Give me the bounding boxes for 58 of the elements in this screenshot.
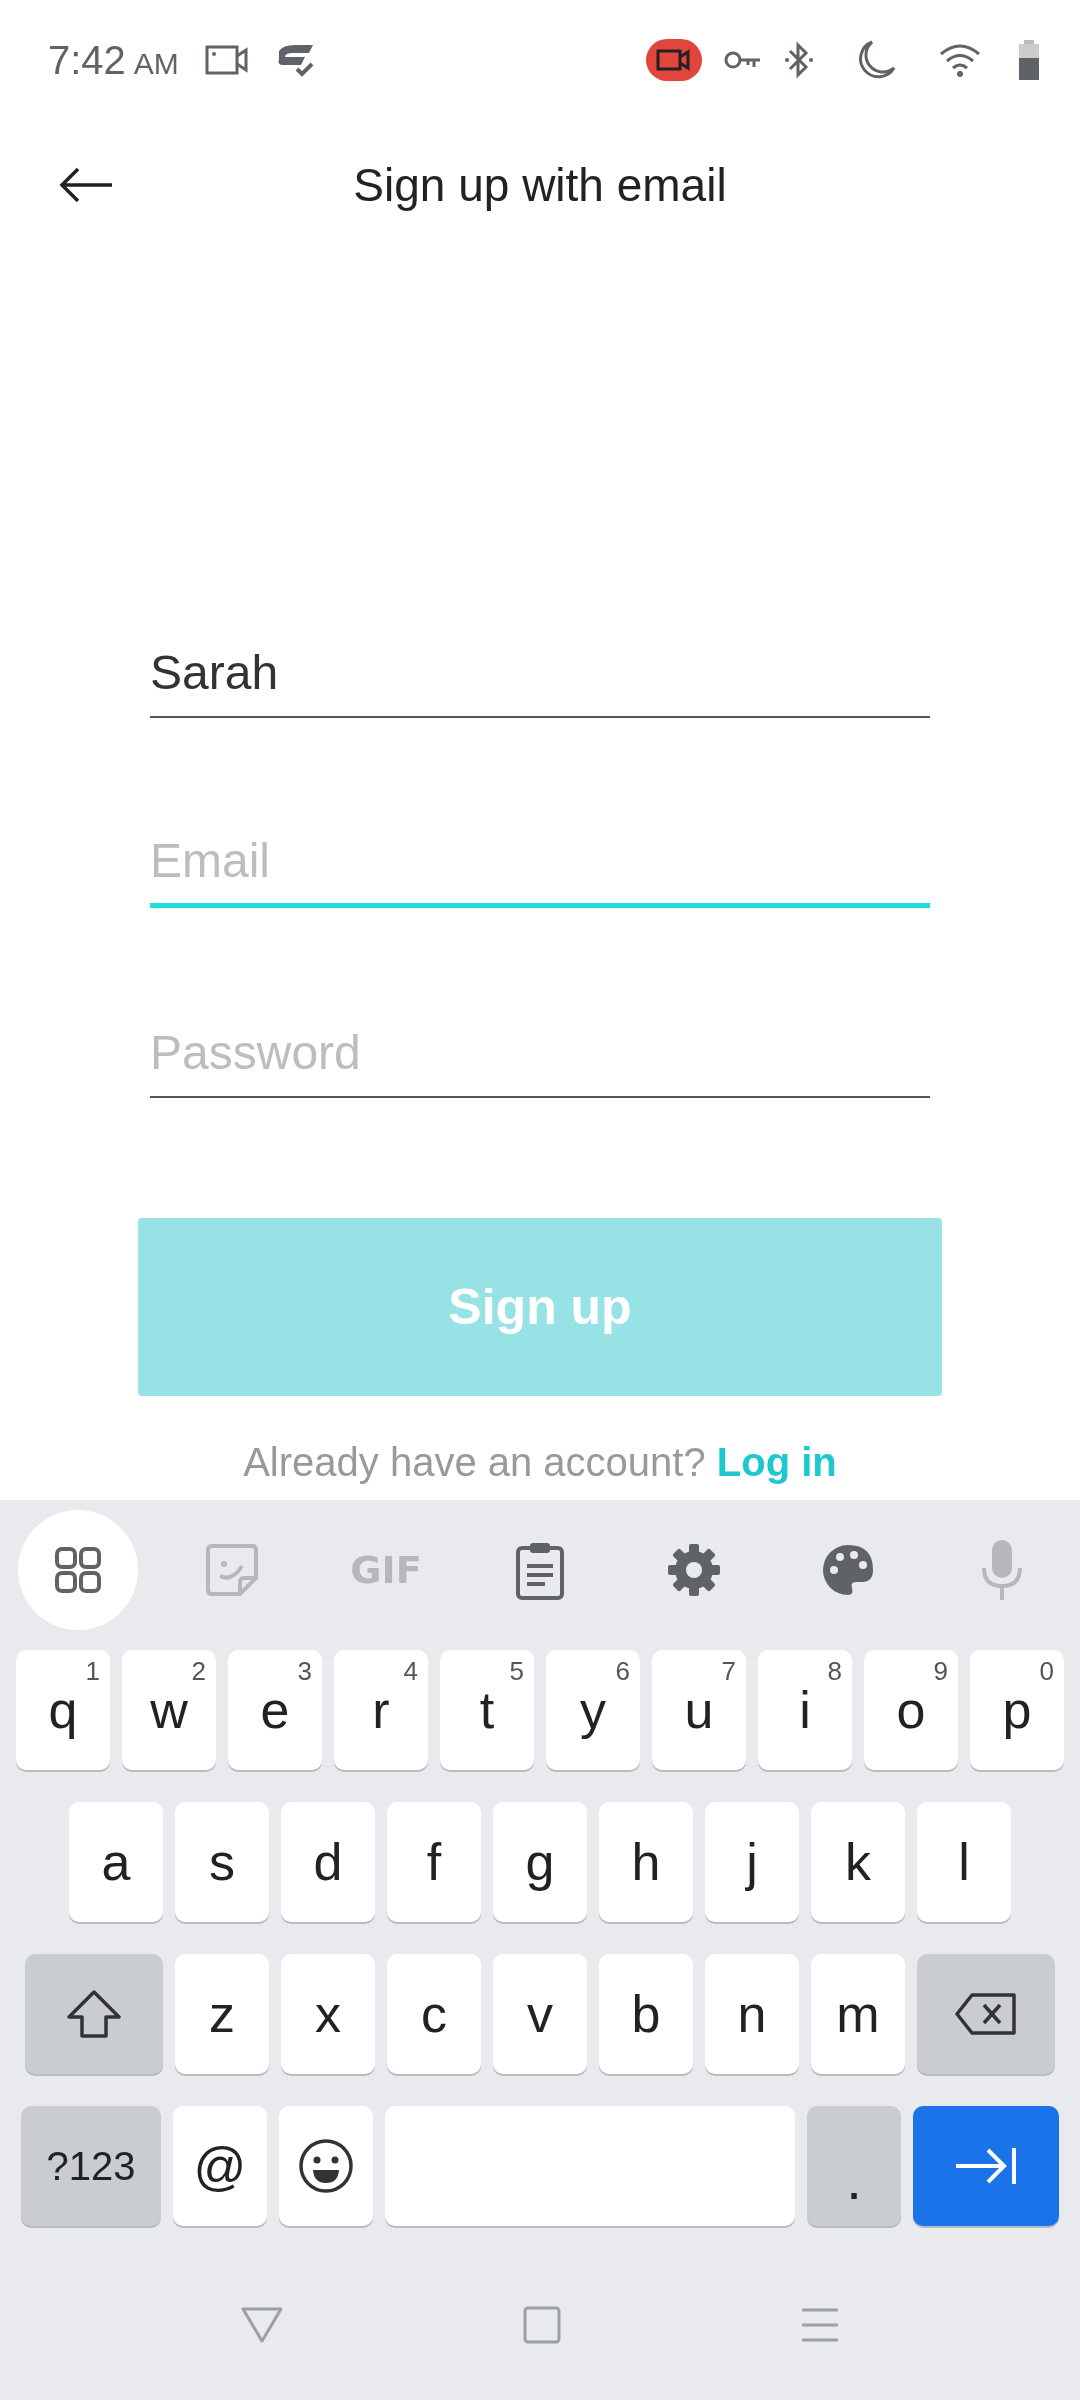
text-field[interactable]: Password xyxy=(150,1020,930,1098)
emoji-key[interactable] xyxy=(279,2106,373,2226)
period-key[interactable]: . xyxy=(807,2106,901,2226)
square-icon xyxy=(523,2306,561,2344)
text-field[interactable]: Sarah xyxy=(150,640,930,718)
emoji-icon xyxy=(298,2138,354,2194)
settings-icon xyxy=(666,1542,722,1598)
palette-icon xyxy=(820,1542,876,1598)
key[interactable]: z xyxy=(175,1954,269,2074)
status-time: 7:42 AM xyxy=(48,37,179,83)
key[interactable]: t 5 xyxy=(440,1650,534,1770)
key[interactable]: o 9 xyxy=(864,1650,958,1770)
battery-icon xyxy=(1018,40,1040,80)
shift-icon xyxy=(66,1989,122,2039)
backspace-key[interactable] xyxy=(917,1954,1055,2074)
key[interactable]: j xyxy=(705,1802,799,1922)
key[interactable]: e 3 xyxy=(228,1650,322,1770)
microphone-icon xyxy=(980,1538,1024,1602)
key[interactable]: y 6 xyxy=(546,1650,640,1770)
key[interactable]: l xyxy=(917,1802,1011,1922)
back-arrow-icon xyxy=(58,165,114,205)
page-title: Sign up with email xyxy=(353,158,727,212)
login-prompt: Already have an account? Log in xyxy=(243,1440,837,1485)
menu-icon xyxy=(800,2307,841,2343)
key[interactable]: k xyxy=(811,1802,905,1922)
key[interactable]: b xyxy=(599,1954,693,2074)
key[interactable]: u 7 xyxy=(652,1650,746,1770)
bluetooth-icon xyxy=(784,40,814,80)
key[interactable]: n xyxy=(705,1954,799,2074)
shift-key[interactable] xyxy=(25,1954,163,2074)
key[interactable]: @ xyxy=(173,2106,267,2226)
tab-arrow-icon xyxy=(954,2146,1018,2186)
key[interactable]: q 1 xyxy=(16,1650,110,1770)
key[interactable]: w 2 xyxy=(122,1650,216,1770)
key[interactable]: m xyxy=(811,1954,905,2074)
enter-key[interactable] xyxy=(913,2106,1059,2226)
key[interactable]: s xyxy=(175,1802,269,1922)
key[interactable]: a xyxy=(69,1802,163,1922)
apps-grid-icon xyxy=(53,1545,103,1595)
key[interactable]: r 4 xyxy=(334,1650,428,1770)
key[interactable]: p 0 xyxy=(970,1650,1064,1770)
clipboard-icon xyxy=(515,1540,565,1600)
key[interactable]: f xyxy=(387,1802,481,1922)
wifi-icon xyxy=(938,42,982,78)
symbols-key[interactable]: ?123 xyxy=(21,2106,161,2226)
key[interactable]: v xyxy=(493,1954,587,2074)
sticker-icon xyxy=(204,1542,260,1598)
key[interactable]: g xyxy=(493,1802,587,1922)
key[interactable]: h xyxy=(599,1802,693,1922)
video-camera-icon xyxy=(204,44,249,76)
key[interactable]: i 8 xyxy=(758,1650,852,1770)
recording-icon xyxy=(646,39,702,81)
key-icon xyxy=(724,49,762,71)
triangle-icon xyxy=(239,2306,284,2344)
key[interactable]: c xyxy=(387,1954,481,2074)
backspace-icon xyxy=(954,1992,1018,2036)
key[interactable]: x xyxy=(281,1954,375,2074)
key[interactable]: d xyxy=(281,1802,375,1922)
